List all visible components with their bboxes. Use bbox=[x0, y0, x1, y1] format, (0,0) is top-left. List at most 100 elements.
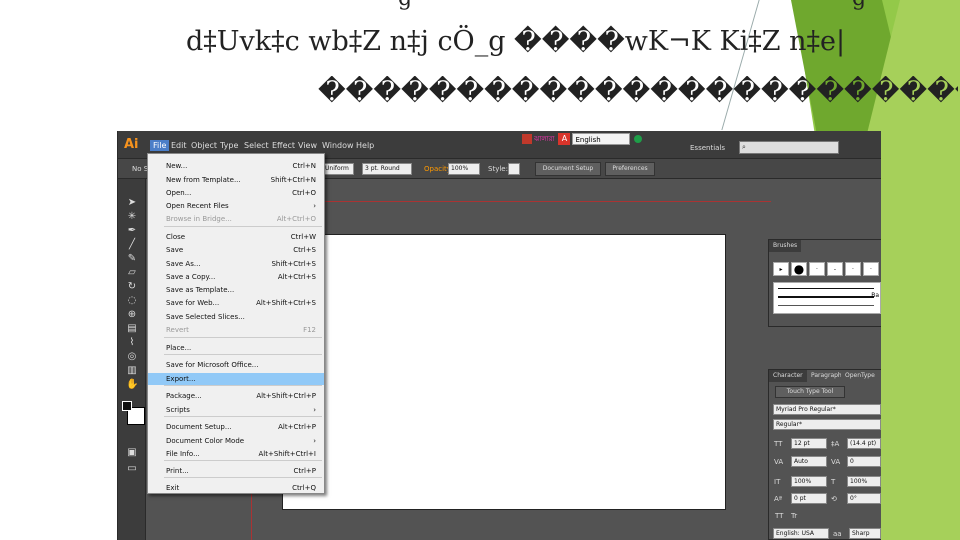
brush-swatch[interactable]: · bbox=[809, 262, 825, 276]
kerning-field[interactable]: Auto bbox=[791, 456, 827, 467]
touch-type-tool-button[interactable]: Touch Type Tool bbox=[775, 386, 845, 398]
brush-swatch[interactable]: ● bbox=[791, 262, 807, 276]
file-menu-item-save-as-template[interactable]: Save as Template... bbox=[148, 284, 324, 296]
eraser-icon[interactable]: ▱ bbox=[126, 267, 138, 279]
file-menu-item-save-a-copy[interactable]: Save a Copy... Alt+Ctrl+S bbox=[148, 271, 324, 283]
line-tool-icon[interactable]: ╱ bbox=[126, 239, 138, 251]
menu-object[interactable]: Object bbox=[191, 141, 217, 150]
menu-item-label: Exit bbox=[166, 484, 180, 492]
rotate-tool-icon[interactable]: ↻ bbox=[126, 281, 138, 293]
menu-item-shortcut: Alt+Ctrl+O bbox=[276, 215, 316, 223]
brush-list[interactable]: Ba bbox=[773, 282, 881, 314]
brush-swatch[interactable]: · bbox=[863, 262, 879, 276]
tab-character[interactable]: Character bbox=[769, 370, 807, 382]
brush-swatch[interactable]: - bbox=[827, 262, 843, 276]
file-menu-item-document-color-mode[interactable]: Document Color Mode › bbox=[148, 435, 324, 447]
file-menu-item-save-for-microsoft-office[interactable]: Save for Microsoft Office... bbox=[148, 359, 324, 371]
file-menu-item-place[interactable]: Place... bbox=[148, 342, 324, 354]
leading-field[interactable]: (14.4 pt) bbox=[847, 438, 881, 449]
file-menu-item-package[interactable]: Package... Alt+Shift+Ctrl+P bbox=[148, 390, 324, 402]
stroke-profile-select[interactable]: Uniform bbox=[322, 163, 354, 175]
file-menu-item-export[interactable]: Export... bbox=[148, 373, 324, 385]
menu-item-label: Save for Web... bbox=[166, 299, 220, 307]
vertical-scale-field[interactable]: 100% bbox=[791, 476, 827, 487]
file-menu-dropdown: New... Ctrl+N New from Template... Shift+Ct… bbox=[147, 153, 325, 494]
language-bar: ঝালারা A English bbox=[522, 132, 643, 146]
file-menu-item-close[interactable]: Close Ctrl+W bbox=[148, 231, 324, 243]
preferences-button[interactable]: Preferences bbox=[605, 162, 655, 176]
menu-effect[interactable]: Effect bbox=[272, 141, 295, 150]
menu-item-label: New... bbox=[166, 162, 188, 170]
baseline-shift-field[interactable]: 0 pt bbox=[791, 493, 827, 504]
app-logo: Ai bbox=[124, 137, 139, 152]
font-style-select[interactable]: Regular* bbox=[773, 419, 881, 430]
graph-tool-icon[interactable]: ▥ bbox=[126, 365, 138, 377]
style-swatch[interactable] bbox=[508, 163, 520, 175]
document-setup-button[interactable]: Document Setup bbox=[535, 162, 601, 176]
artboard[interactable] bbox=[282, 234, 726, 510]
menu-select[interactable]: Select bbox=[244, 141, 269, 150]
horizontal-scale-field[interactable]: 100% bbox=[847, 476, 881, 487]
help-search-input[interactable]: ⌕ bbox=[739, 141, 839, 154]
menu-type[interactable]: Type bbox=[220, 141, 238, 150]
language-select[interactable]: English bbox=[572, 133, 631, 145]
file-menu-item-new-from-template[interactable]: New from Template... Shift+Ctrl+N bbox=[148, 174, 324, 186]
hand-tool-icon[interactable]: ✋ bbox=[126, 379, 138, 391]
shape-builder-icon[interactable]: ⊕ bbox=[126, 309, 138, 321]
menu-item-shortcut: Alt+Shift+Ctrl+S bbox=[256, 299, 316, 307]
language-select[interactable]: English: USA bbox=[773, 528, 829, 539]
stroke-swatch[interactable] bbox=[122, 401, 132, 411]
menu-item-shortcut: › bbox=[313, 406, 316, 414]
menu-file[interactable]: File bbox=[150, 140, 170, 151]
file-menu-item-open[interactable]: Open... Ctrl+O bbox=[148, 187, 324, 199]
gradient-tool-icon[interactable]: ▤ bbox=[126, 323, 138, 335]
file-menu-item-print[interactable]: Print... Ctrl+P bbox=[148, 465, 324, 477]
tab-paragraph[interactable]: Paragraph bbox=[807, 370, 846, 382]
draw-mode-icon[interactable]: ▣ bbox=[126, 447, 138, 459]
menu-item-label: Save a Copy... bbox=[166, 273, 216, 281]
all-caps-button[interactable]: TT bbox=[775, 512, 783, 520]
menu-item-label: Open... bbox=[166, 189, 192, 197]
menu-edit[interactable]: Edit bbox=[171, 141, 187, 150]
file-menu-item-save-for-web[interactable]: Save for Web... Alt+Shift+Ctrl+S bbox=[148, 297, 324, 309]
blend-tool-icon[interactable]: ◎ bbox=[126, 351, 138, 363]
opacity-field[interactable]: 100% bbox=[448, 163, 480, 175]
menu-help[interactable]: Help bbox=[356, 141, 374, 150]
file-menu-item-save[interactable]: Save Ctrl+S bbox=[148, 244, 324, 256]
font-size-field[interactable]: 12 pt bbox=[791, 438, 827, 449]
menu-item-shortcut: Alt+Shift+Ctrl+I bbox=[258, 450, 316, 458]
file-menu-item-new[interactable]: New... Ctrl+N bbox=[148, 160, 324, 172]
magic-wand-icon[interactable]: ✳ bbox=[126, 211, 138, 223]
menu-window[interactable]: Window bbox=[322, 141, 354, 150]
file-menu-item-document-setup[interactable]: Document Setup... Alt+Ctrl+P bbox=[148, 421, 324, 433]
brush-swatch[interactable]: · bbox=[845, 262, 861, 276]
rotation-field[interactable]: 0° bbox=[847, 493, 881, 504]
file-menu-item-open-recent-files[interactable]: Open Recent Files › bbox=[148, 200, 324, 212]
tools-panel: ➤ ✳ ✒ ╱ ✎ ▱ ↻ ◌ ⊕ ▤ ⌇ ◎ ▥ ✋ ▣ ▭ bbox=[118, 179, 146, 540]
selection-tool-icon[interactable]: ➤ bbox=[126, 197, 138, 209]
anti-alias-select[interactable]: Sharp bbox=[849, 528, 881, 539]
brush-definition-select[interactable]: 3 pt. Round bbox=[362, 163, 412, 175]
screen-mode-icon[interactable]: ▭ bbox=[126, 463, 138, 475]
illustrator-window: Ai File Edit Object Type Select Effect V… bbox=[117, 131, 881, 540]
file-menu-item-exit[interactable]: Exit Ctrl+Q bbox=[148, 482, 324, 494]
brushes-tab[interactable]: Brushes bbox=[769, 240, 802, 252]
paintbrush-icon[interactable]: ✎ bbox=[126, 253, 138, 265]
file-menu-item-save-as[interactable]: Save As... Shift+Ctrl+S bbox=[148, 258, 324, 270]
brush-swatch[interactable]: ▸ bbox=[773, 262, 789, 276]
workspace-switcher[interactable]: Essentials bbox=[690, 144, 725, 152]
tab-opentype[interactable]: OpenType bbox=[841, 370, 879, 382]
font-family-select[interactable]: Myriad Pro Regular* bbox=[773, 404, 881, 415]
menu-item-label: Save bbox=[166, 246, 184, 254]
file-menu-item-scripts[interactable]: Scripts › bbox=[148, 404, 324, 416]
file-menu-item-file-info[interactable]: File Info... Alt+Shift+Ctrl+I bbox=[148, 448, 324, 460]
small-caps-button[interactable]: Tr bbox=[791, 512, 797, 520]
menu-view[interactable]: View bbox=[298, 141, 317, 150]
file-menu-item-save-selected-slices[interactable]: Save Selected Slices... bbox=[148, 311, 324, 323]
menu-item-shortcut: › bbox=[313, 202, 316, 210]
baseline-shift-icon: Aª bbox=[774, 495, 783, 503]
eyedropper-icon[interactable]: ⌇ bbox=[126, 337, 138, 349]
warp-tool-icon[interactable]: ◌ bbox=[126, 295, 138, 307]
tracking-field[interactable]: 0 bbox=[847, 456, 881, 467]
pen-tool-icon[interactable]: ✒ bbox=[126, 225, 138, 237]
